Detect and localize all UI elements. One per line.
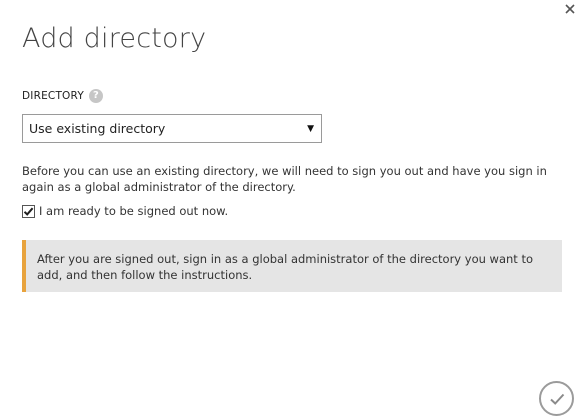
ready-checkbox-label[interactable]: I am ready to be signed out now. [39,204,228,218]
add-directory-dialog: Add directory DIRECTORY ? Use existing d… [0,0,582,418]
checkmark-small-icon [23,207,34,216]
directory-field-label: DIRECTORY ? [22,88,103,104]
directory-select[interactable]: Use existing directory ▼ [22,114,322,143]
question-mark-icon[interactable]: ? [88,89,103,103]
close-icon [565,4,575,14]
ready-checkbox[interactable] [22,204,35,218]
signin-notice: After you are signed out, sign in as a g… [22,240,562,292]
checkmark-icon [549,393,564,405]
confirm-button[interactable] [539,381,574,416]
signout-info-text: Before you can use an existing directory… [22,164,547,194]
close-button[interactable] [563,2,577,16]
directory-label-text: DIRECTORY [22,90,84,102]
directory-select-value: Use existing directory [29,121,166,136]
chevron-down-icon: ▼ [307,123,314,134]
dialog-title: Add directory [22,23,207,54]
ready-checkbox-row[interactable]: I am ready to be signed out now. [22,204,228,218]
